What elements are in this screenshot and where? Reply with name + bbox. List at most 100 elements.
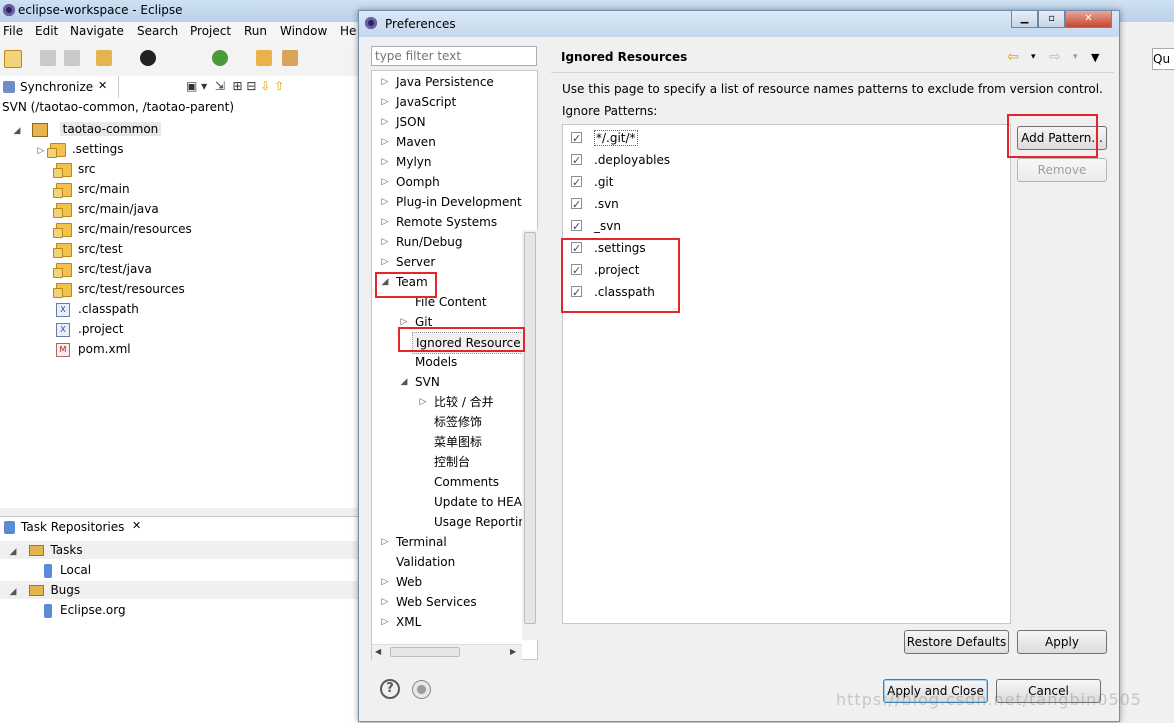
collapsed-triangle-icon[interactable]: ▷ <box>380 112 390 132</box>
restore-defaults-button[interactable]: Restore Defaults <box>904 630 1009 654</box>
nav-svn[interactable]: ◢ SVN <box>401 372 440 392</box>
pattern-row[interactable]: _svn <box>571 216 621 237</box>
tree-item[interactable]: src <box>53 159 96 179</box>
eclipse-org-repository[interactable]: Eclipse.org <box>44 603 126 618</box>
tasks-group[interactable]: ◢ Tasks <box>8 543 83 557</box>
sync-mode-icon[interactable]: ▣ ▾ <box>186 79 207 93</box>
menu-file[interactable]: File <box>3 24 23 38</box>
nav-models[interactable]: Models <box>415 352 457 372</box>
nav-mylyn[interactable]: ▷ Mylyn <box>382 152 432 172</box>
nav-svn-update[interactable]: Update to HEA <box>434 492 522 512</box>
pattern-checkbox[interactable] <box>571 217 582 237</box>
menu-edit[interactable]: Edit <box>35 24 58 38</box>
nav-javascript[interactable]: ▷ JavaScript <box>382 92 457 112</box>
minimize-button[interactable]: ▁ <box>1011 11 1038 28</box>
tree-item[interactable]: ▷ .settings <box>36 139 124 159</box>
nav-svn-console[interactable]: 控制台 <box>434 452 470 472</box>
collapsed-triangle-icon[interactable]: ▷ <box>36 141 46 161</box>
collapsed-triangle-icon[interactable]: ▷ <box>380 612 390 632</box>
nav-java-persistence[interactable]: ▷ Java Persistence <box>382 72 494 92</box>
nav-oomph[interactable]: ▷ Oomph <box>382 172 440 192</box>
collapsed-triangle-icon[interactable]: ▷ <box>380 192 390 212</box>
nav-web[interactable]: ▷ Web <box>382 572 423 592</box>
quick-access-input[interactable]: Qu <box>1152 48 1174 70</box>
nav-plugin-development[interactable]: ▷ Plug-in Development <box>382 192 522 212</box>
collapse-all-icon[interactable]: ⊟ <box>246 79 256 93</box>
pattern-checkbox[interactable] <box>571 195 582 215</box>
menu-project[interactable]: Project <box>190 24 231 38</box>
collapsed-triangle-icon[interactable]: ▷ <box>380 132 390 152</box>
nav-run-debug[interactable]: ▷ Run/Debug <box>382 232 463 252</box>
expanded-triangle-icon[interactable]: ◢ <box>399 372 409 392</box>
close-window-button[interactable]: ✕ <box>1065 11 1112 28</box>
tree-item[interactable]: src/main/java <box>53 199 159 219</box>
tree-item[interactable]: src/test/java <box>53 259 152 279</box>
scroll-left-icon[interactable]: ◀ <box>375 647 381 656</box>
nav-svn-label-decorations[interactable]: 标签修饰 <box>434 412 482 432</box>
maximize-button[interactable]: ▫ <box>1038 11 1065 28</box>
help-icon[interactable]: ? <box>380 679 400 699</box>
pattern-row[interactable]: .deployables <box>571 150 670 171</box>
tree-item[interactable]: src/test/resources <box>53 279 185 299</box>
nav-json[interactable]: ▷ JSON <box>382 112 426 132</box>
pattern-row[interactable]: .git <box>571 172 613 193</box>
nav-xml[interactable]: ▷ XML <box>382 612 422 632</box>
nav-svn-usage[interactable]: Usage Reportin <box>434 512 526 532</box>
nav-web-services[interactable]: ▷ Web Services <box>382 592 477 612</box>
tree-item[interactable]: src/main/resources <box>53 219 192 239</box>
tree-item[interactable]: Mpom.xml <box>56 339 131 359</box>
remove-button[interactable]: Remove <box>1017 158 1107 182</box>
collapsed-triangle-icon[interactable]: ▷ <box>380 592 390 612</box>
nav-maven[interactable]: ▷ Maven <box>382 132 436 152</box>
collapsed-triangle-icon[interactable]: ▷ <box>418 392 428 412</box>
tree-item[interactable]: src/main <box>53 179 130 199</box>
close-icon[interactable]: ✕ <box>132 519 141 532</box>
tree-item[interactable]: src/test <box>53 239 123 259</box>
tree-item[interactable]: X .project <box>56 319 123 339</box>
next-change-icon[interactable]: ⇩ <box>260 79 270 93</box>
menu-run[interactable]: Run <box>244 24 267 38</box>
record-preferences-icon[interactable] <box>412 680 431 699</box>
collapsed-triangle-icon[interactable]: ▷ <box>380 532 390 552</box>
collapsed-triangle-icon[interactable]: ▷ <box>380 232 390 252</box>
nav-vertical-scroll-thumb[interactable] <box>524 232 536 624</box>
filter-input[interactable] <box>371 46 537 66</box>
user-icon[interactable] <box>140 50 156 66</box>
collapsed-triangle-icon[interactable]: ▷ <box>380 212 390 232</box>
run-icon[interactable] <box>212 50 228 66</box>
collapsed-triangle-icon[interactable]: ▷ <box>380 72 390 92</box>
tab-synchronize[interactable]: Synchronize ✕ <box>0 76 119 98</box>
apply-button[interactable]: Apply <box>1017 630 1107 654</box>
collapsed-triangle-icon[interactable]: ▷ <box>380 92 390 112</box>
open-folder-icon[interactable] <box>256 50 272 66</box>
new-icon[interactable] <box>4 50 22 68</box>
open-type-icon[interactable] <box>96 50 112 66</box>
pattern-checkbox[interactable] <box>571 151 582 171</box>
nav-server[interactable]: ▷ Server <box>382 252 436 272</box>
sync-action-icon[interactable]: ⇲ <box>215 79 225 93</box>
scroll-right-icon[interactable]: ▶ <box>510 647 516 656</box>
back-arrow-icon[interactable]: ⇦ <box>1007 49 1019 65</box>
view-menu-icon[interactable]: ▼ <box>1091 51 1099 64</box>
expanded-triangle-icon[interactable]: ◢ <box>8 587 18 597</box>
tree-item[interactable]: X .classpath <box>56 299 139 319</box>
pin-icon[interactable] <box>282 50 298 66</box>
menu-search[interactable]: Search <box>137 24 178 38</box>
collapsed-triangle-icon[interactable]: ▷ <box>380 152 390 172</box>
pattern-checkbox[interactable] <box>571 129 582 149</box>
nav-validation[interactable]: Validation <box>396 552 455 572</box>
nav-horizontal-scroll-thumb[interactable] <box>390 647 460 657</box>
collapsed-triangle-icon[interactable]: ▷ <box>380 172 390 192</box>
expanded-triangle-icon[interactable]: ◢ <box>12 121 22 141</box>
local-repository[interactable]: Local <box>44 563 91 578</box>
menu-window[interactable]: Window <box>280 24 327 38</box>
menu-navigate[interactable]: Navigate <box>70 24 124 38</box>
save-all-icon[interactable] <box>64 50 80 66</box>
tree-project-row[interactable]: ◢ taotao-common <box>12 119 162 141</box>
expanded-triangle-icon[interactable]: ◢ <box>8 547 18 557</box>
tab-task-repositories[interactable]: Task Repositories ✕ <box>0 516 148 538</box>
back-menu-icon[interactable]: ▾ <box>1031 52 1036 62</box>
previous-change-icon[interactable]: ⇧ <box>274 79 284 93</box>
pattern-row[interactable]: */.git/* <box>571 128 638 149</box>
save-icon[interactable] <box>40 50 56 66</box>
